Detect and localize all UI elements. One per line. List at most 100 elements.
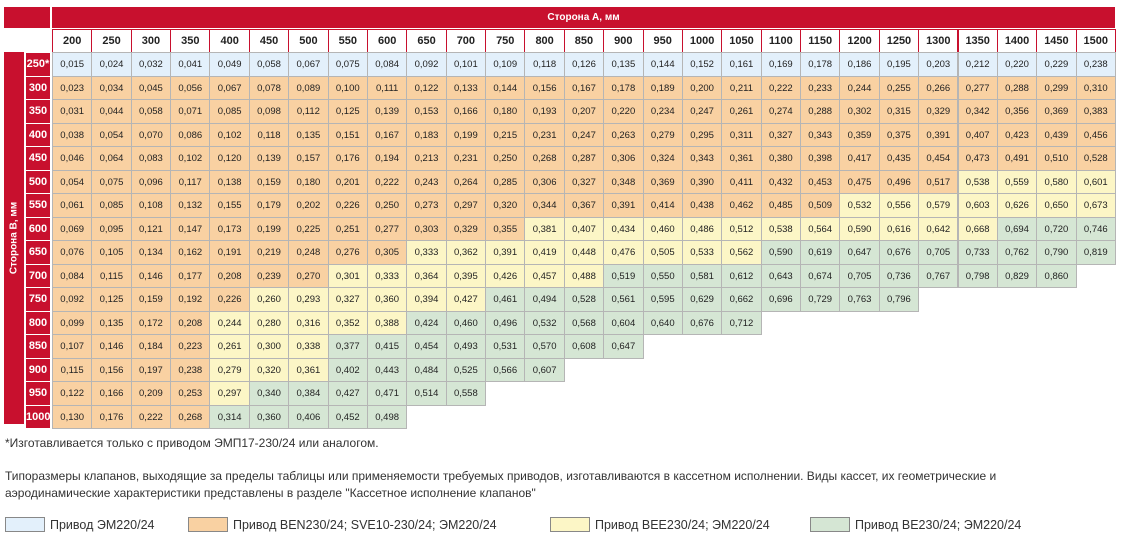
table-cell: 0,223 xyxy=(170,334,211,359)
table-cell: 0,316 xyxy=(288,310,329,335)
table-cell: 0,122 xyxy=(52,381,93,406)
table-cell: 0,736 xyxy=(878,263,920,288)
table-cell: 0,274 xyxy=(760,99,802,124)
table-cell: 0,238 xyxy=(1075,52,1116,77)
table-cell: 0,075 xyxy=(327,52,368,77)
table-cell: 0,570 xyxy=(524,334,565,359)
table-cell: 0,517 xyxy=(918,169,959,194)
table-cell: 0,176 xyxy=(327,146,368,171)
table-cell: 0,454 xyxy=(406,334,447,359)
table-cell: 0,234 xyxy=(642,99,683,124)
table-cell: 0,342 xyxy=(957,99,998,124)
table-cell: 0,099 xyxy=(52,310,93,335)
table-cell: 0,461 xyxy=(485,287,526,312)
row-header: 700 xyxy=(25,263,51,288)
table-cell: 0,604 xyxy=(603,310,644,335)
table-cell: 0,538 xyxy=(760,216,802,241)
table-cell: 0,270 xyxy=(288,263,329,288)
table-cell: 0,202 xyxy=(288,193,329,218)
table-cell: 0,115 xyxy=(91,263,132,288)
table-cell: 0,266 xyxy=(918,75,959,100)
row-header: 400 xyxy=(25,122,51,147)
table-cell: 0,629 xyxy=(681,287,723,312)
table-cell: 0,512 xyxy=(721,216,762,241)
table-cell: 0,533 xyxy=(681,240,723,265)
table-cell: 0,054 xyxy=(91,122,132,147)
table-cell: 0,138 xyxy=(209,169,250,194)
table-cell: 0,601 xyxy=(1075,169,1116,194)
table-cell: 0,263 xyxy=(603,122,644,147)
row-header: 750 xyxy=(25,287,51,312)
column-header: 1500 xyxy=(1075,29,1116,53)
column-header: 1250 xyxy=(878,29,920,53)
table-cell: 0,498 xyxy=(366,404,408,429)
table-cell: 0,369 xyxy=(642,169,683,194)
table-cell: 0,453 xyxy=(800,169,841,194)
table-cell: 0,448 xyxy=(563,240,605,265)
table-cell: 0,156 xyxy=(524,75,565,100)
table-cell: 0,388 xyxy=(366,310,408,335)
column-header: 1000 xyxy=(681,29,723,53)
table-cell: 0,122 xyxy=(406,75,447,100)
table-cell: 0,144 xyxy=(485,75,526,100)
column-header: 1300 xyxy=(918,29,959,53)
column-header: 550 xyxy=(327,29,368,53)
table-cell: 0,064 xyxy=(91,146,132,171)
table-cell: 0,135 xyxy=(603,52,644,77)
table-cell: 0,288 xyxy=(996,75,1038,100)
table-cell: 0,070 xyxy=(130,122,172,147)
table-cell: 0,343 xyxy=(681,146,723,171)
column-header: 250 xyxy=(91,29,132,53)
table-cell: 0,089 xyxy=(288,75,329,100)
table-cell: 0,083 xyxy=(130,146,172,171)
table-cell: 0,277 xyxy=(957,75,998,100)
table-cell: 0,443 xyxy=(366,357,408,382)
table-cell: 0,231 xyxy=(524,122,565,147)
table-cell: 0,327 xyxy=(760,122,802,147)
table-cell: 0,712 xyxy=(721,310,762,335)
table-cell: 0,215 xyxy=(485,122,526,147)
table-cell: 0,134 xyxy=(130,240,172,265)
table-cell: 0,391 xyxy=(918,122,959,147)
table-cell: 0,327 xyxy=(327,287,368,312)
table-cell: 0,297 xyxy=(445,193,487,218)
table-cell: 0,456 xyxy=(1075,122,1116,147)
table-cell: 0,260 xyxy=(248,287,290,312)
table-cell: 0,199 xyxy=(248,216,290,241)
table-cell: 0,568 xyxy=(563,310,605,335)
table-cell: 0,391 xyxy=(485,240,526,265)
column-header: 500 xyxy=(288,29,329,53)
table-cell: 0,538 xyxy=(957,169,998,194)
table-cell: 0,362 xyxy=(445,240,487,265)
table-cell: 0,125 xyxy=(91,287,132,312)
table-cell: 0,092 xyxy=(406,52,447,77)
table-cell: 0,414 xyxy=(642,193,683,218)
table-cell: 0,510 xyxy=(1036,146,1077,171)
table-cell: 0,167 xyxy=(563,75,605,100)
column-header: 1350 xyxy=(957,29,998,53)
table-cell: 0,647 xyxy=(603,334,644,359)
column-header: 700 xyxy=(445,29,487,53)
table-cell: 0,473 xyxy=(957,146,998,171)
row-header: 800 xyxy=(25,310,51,335)
table-cell: 0,819 xyxy=(1075,240,1116,265)
column-header: 1200 xyxy=(839,29,880,53)
table-cell: 0,559 xyxy=(996,169,1038,194)
table-cell: 0,476 xyxy=(603,240,644,265)
table-cell: 0,369 xyxy=(1036,99,1077,124)
table-cell: 0,109 xyxy=(485,52,526,77)
table-cell: 0,673 xyxy=(1075,193,1116,218)
table-cell: 0,251 xyxy=(327,216,368,241)
table-cell: 0,590 xyxy=(839,216,880,241)
table-cell: 0,108 xyxy=(130,193,172,218)
row-header: 600 xyxy=(25,216,51,241)
table-cell: 0,391 xyxy=(603,193,644,218)
table-cell: 0,303 xyxy=(406,216,447,241)
table-cell: 0,157 xyxy=(288,146,329,171)
table-cell: 0,531 xyxy=(485,334,526,359)
table-cell: 0,796 xyxy=(878,287,920,312)
table-cell: 0,219 xyxy=(248,240,290,265)
table-cell: 0,244 xyxy=(209,310,250,335)
table-cell: 0,377 xyxy=(327,334,368,359)
table-cell: 0,031 xyxy=(52,99,93,124)
